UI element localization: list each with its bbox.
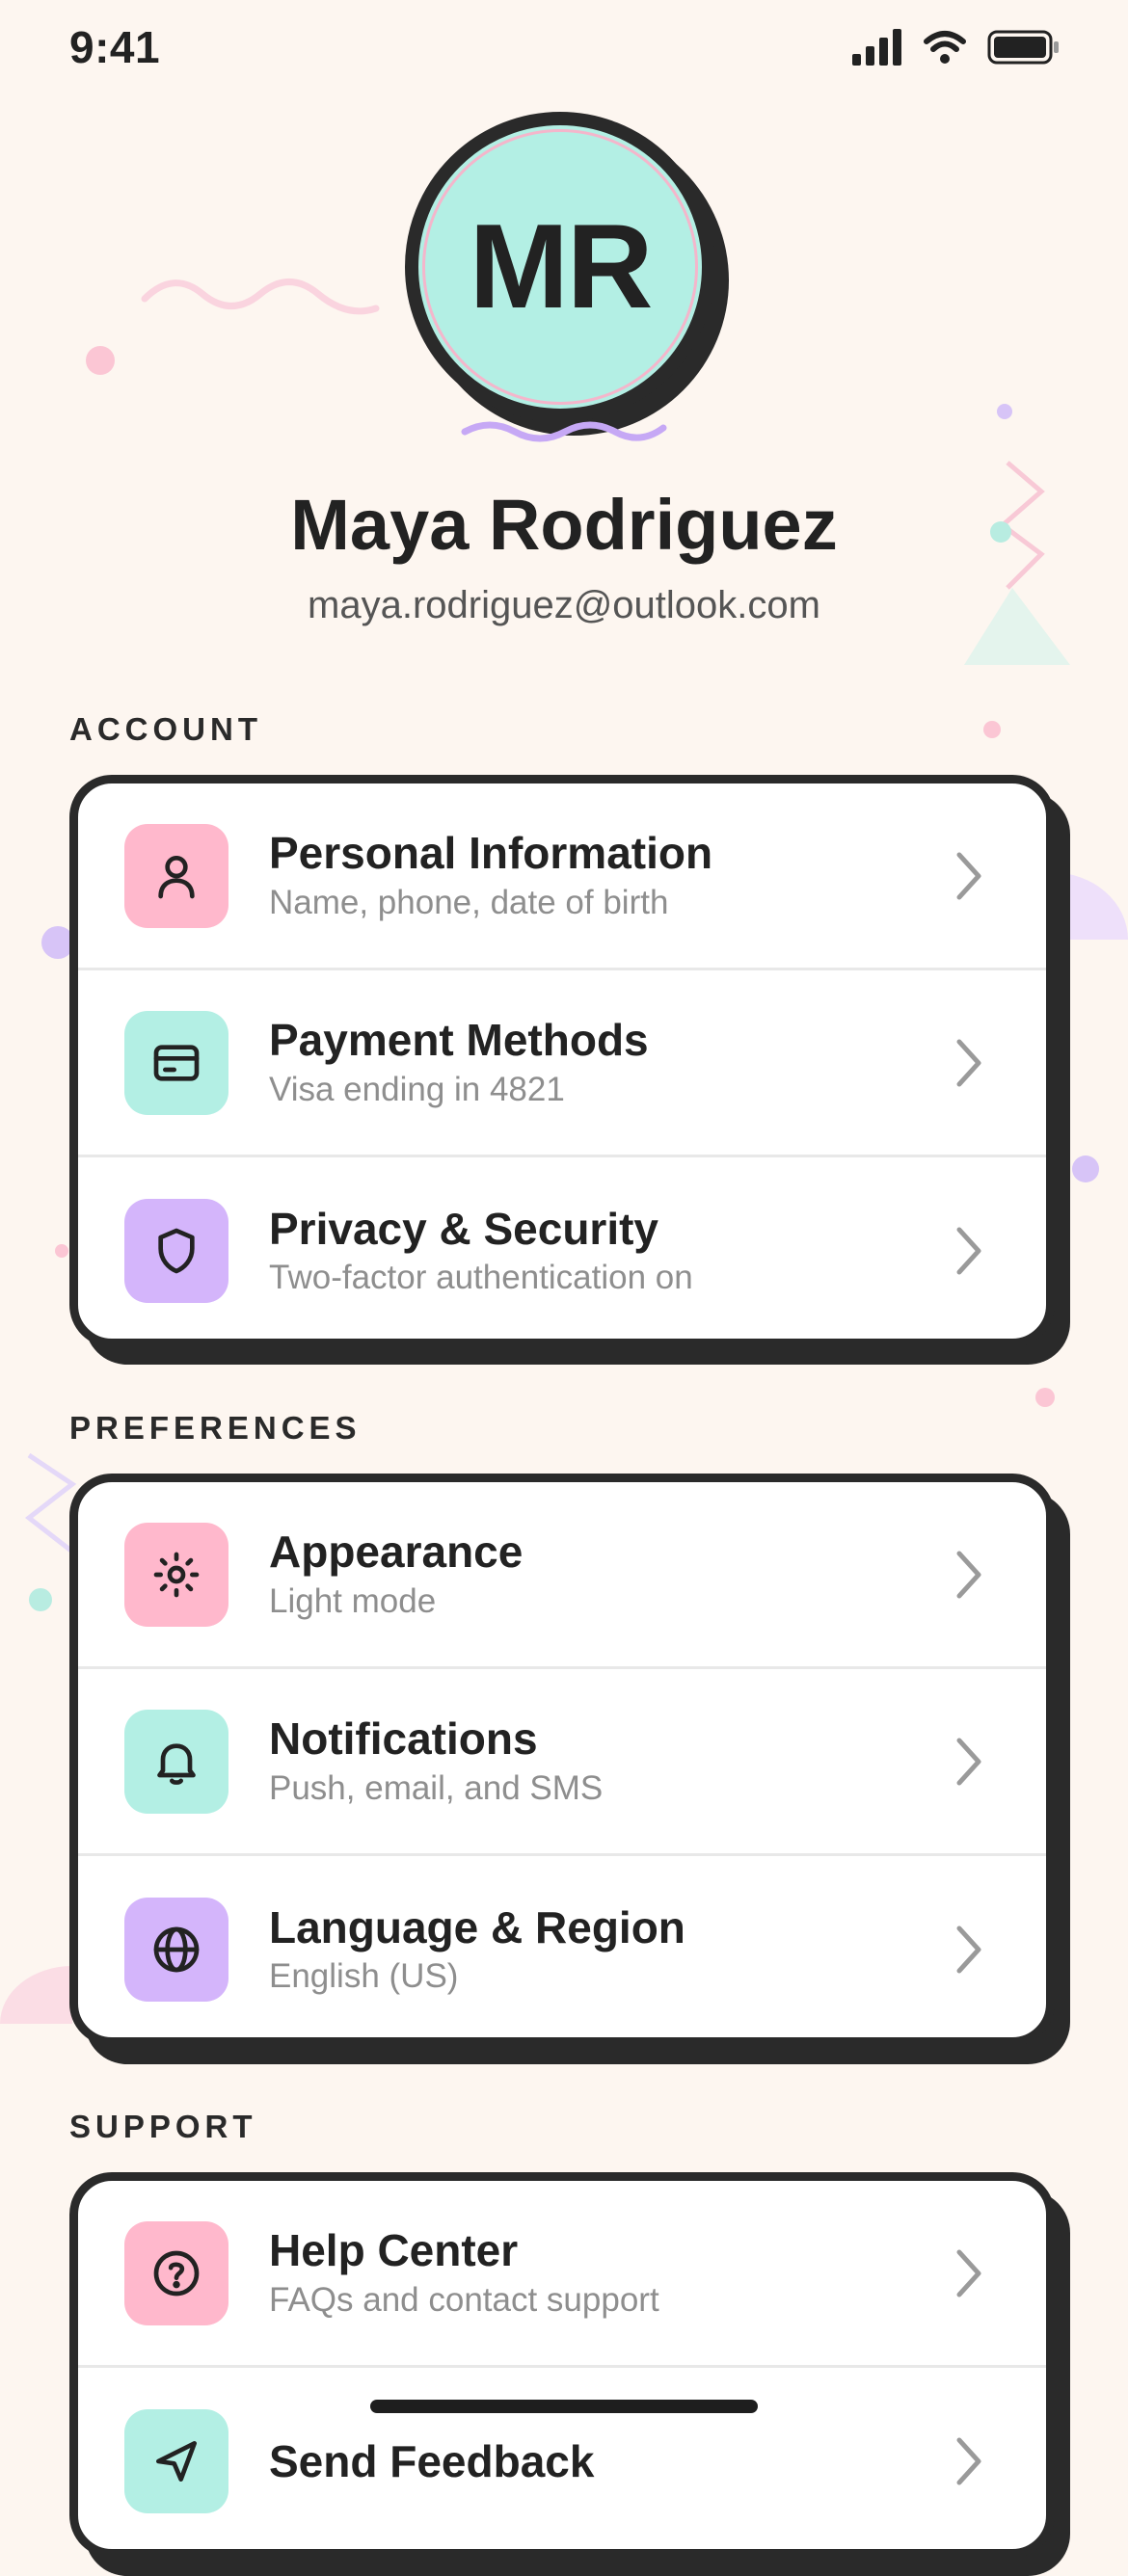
- profile-email: maya.rodriguez@outlook.com: [308, 584, 820, 626]
- chevron-right-icon: [950, 2244, 988, 2302]
- settings-item-privacy-security[interactable]: Privacy & Security Two-factor authentica…: [78, 1157, 1046, 1339]
- section-title-support: SUPPORT: [69, 2109, 257, 2144]
- settings-item-appearance[interactable]: Appearance Light mode: [78, 1482, 1046, 1669]
- item-subtitle: Two-factor authentication on: [269, 1259, 693, 1297]
- section-title-preferences: PREFERENCES: [69, 1410, 362, 1446]
- chevron-right-icon: [950, 847, 988, 905]
- section-title-account: ACCOUNT: [69, 711, 262, 747]
- item-subtitle: Name, phone, date of birth: [269, 883, 669, 921]
- globe-icon: [124, 1898, 228, 2002]
- chevron-right-icon: [950, 1921, 988, 1978]
- profile-avatar[interactable]: MR: [405, 112, 733, 442]
- account-card: Personal Information Name, phone, date o…: [69, 775, 1055, 1347]
- support-card: Help Center FAQs and contact support Sen…: [69, 2172, 1055, 2558]
- wifi-icon: [924, 31, 966, 64]
- status-icons: [852, 29, 1061, 66]
- settings-item-send-feedback[interactable]: Send Feedback: [78, 2368, 1046, 2549]
- chevron-right-icon: [950, 2432, 988, 2490]
- chevron-right-icon: [950, 1733, 988, 1791]
- chevron-right-icon: [950, 1222, 988, 1280]
- profile-name: Maya Rodriguez: [290, 485, 838, 565]
- person-icon: [124, 823, 228, 928]
- item-title: Send Feedback: [269, 2435, 595, 2486]
- item-title: Notifications: [269, 1713, 538, 1765]
- avatar-wave-decoration: [461, 421, 667, 442]
- item-title: Language & Region: [269, 1901, 685, 1952]
- settings-item-help-center[interactable]: Help Center FAQs and contact support: [78, 2181, 1046, 2368]
- item-subtitle: English (US): [269, 1957, 459, 1996]
- preferences-card: Appearance Light mode Notifications Push…: [69, 1474, 1055, 2046]
- send-icon: [124, 2409, 228, 2513]
- settings-item-personal-information[interactable]: Personal Information Name, phone, date o…: [78, 783, 1046, 970]
- battery-icon: [987, 30, 1059, 65]
- credit-card-icon: [124, 1010, 228, 1115]
- chevron-right-icon: [950, 1546, 988, 1604]
- item-title: Appearance: [269, 1527, 524, 1578]
- sun-icon: [124, 1522, 228, 1627]
- item-subtitle: Push, email, and SMS: [269, 1768, 604, 1807]
- home-indicator[interactable]: [370, 2400, 758, 2413]
- bell-icon: [124, 1709, 228, 1814]
- avatar-initials: MR: [469, 200, 654, 333]
- item-title: Personal Information: [269, 828, 713, 879]
- signal-icon: [852, 29, 901, 66]
- item-title: Help Center: [269, 2225, 519, 2276]
- status-time: 9:41: [69, 22, 161, 72]
- settings-item-payment-methods[interactable]: Payment Methods Visa ending in 4821: [78, 970, 1046, 1157]
- item-subtitle: Visa ending in 4821: [269, 1070, 565, 1108]
- chevron-right-icon: [950, 1034, 988, 1092]
- avatar: MR: [405, 112, 715, 422]
- settings-item-language-region[interactable]: Language & Region English (US): [78, 1856, 1046, 2037]
- item-subtitle: Light mode: [269, 1581, 437, 1620]
- item-title: Privacy & Security: [269, 1203, 659, 1254]
- status-bar: 9:41: [0, 0, 1128, 96]
- item-title: Payment Methods: [269, 1015, 649, 1066]
- item-subtitle: FAQs and contact support: [269, 2280, 659, 2319]
- help-circle-icon: [124, 2220, 228, 2325]
- shield-icon: [124, 1199, 228, 1303]
- settings-item-notifications[interactable]: Notifications Push, email, and SMS: [78, 1669, 1046, 1856]
